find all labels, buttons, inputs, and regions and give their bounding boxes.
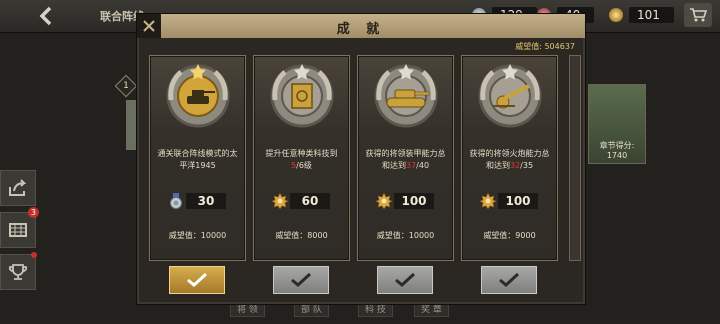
achievement-prestige: 威望值：9000 — [483, 231, 536, 240]
achievement-description: 获得的将领火炮能力总和达到32/35 — [469, 149, 550, 170]
achievement-prestige: 威望值：10000 — [376, 231, 435, 240]
chapter-card[interactable]: 章节得分: 1740 — [588, 84, 646, 164]
artillery-medal-icon — [478, 64, 542, 128]
achievement-prestige: 威望值：8000 — [275, 231, 328, 240]
prestige-value: 504637 — [544, 42, 575, 51]
checkmark-icon — [291, 272, 312, 287]
achievement-description: 提升任意种类科技到 5/6级 — [265, 149, 338, 170]
gold-star-medal-icon — [480, 193, 496, 209]
achievement-reward: 30 — [168, 192, 228, 210]
achievement-card: 获得的将领装甲能力总和达到37/40 100 威望值：10000 — [357, 55, 454, 261]
chapter-score-value: 1740 — [606, 151, 628, 160]
reward-value: 100 — [394, 193, 434, 209]
golden-tank-medal-icon — [166, 64, 230, 128]
notification-dot — [31, 252, 37, 258]
share-button[interactable] — [0, 170, 36, 206]
achievement-card: 提升任意种类科技到 5/6级 60 威望值：8000 — [253, 55, 350, 261]
achievement-description: 通关联合阵线模式的太平洋1945 — [157, 149, 238, 170]
achievement-card: 获得的将领火炮能力总和达到32/35 100 威望值：9000 — [461, 55, 558, 261]
gold-star-medal-icon — [609, 8, 623, 22]
gold-star-medal-icon — [376, 193, 392, 209]
tank-medal-icon — [374, 64, 438, 128]
close-button[interactable] — [137, 14, 161, 38]
achievement-description: 获得的将领装甲能力总和达到37/40 — [365, 149, 446, 170]
stage-marker: 1 — [114, 74, 138, 98]
achievement-reward: 100 — [480, 192, 540, 210]
achievement-prestige: 威望值：10000 — [168, 231, 227, 240]
research-book-medal-icon — [270, 64, 334, 128]
reward-value: 60 — [290, 193, 330, 209]
dialog-header: 成 就 — [137, 14, 585, 38]
replay-button[interactable]: 3 — [0, 207, 39, 248]
achievements-dialog: 成 就 威望值: 504637 通关联合阵线模式的太平洋1945 30 威望值：… — [136, 13, 586, 305]
claimed-button[interactable] — [377, 266, 433, 294]
trophy-icon — [8, 264, 28, 280]
gold-star-medal-icon — [272, 193, 288, 209]
chapter-score-label: 章节得分: — [599, 141, 635, 150]
checkmark-icon — [187, 272, 208, 287]
claimed-button[interactable] — [273, 266, 329, 294]
claimed-button[interactable] — [481, 266, 537, 294]
claim-button[interactable] — [169, 266, 225, 294]
notification-badge: 3 — [27, 207, 39, 218]
gold-medal-counter: 101 — [609, 6, 674, 24]
trophy-button[interactable] — [0, 252, 37, 290]
cart-icon — [690, 8, 707, 22]
reward-value: 30 — [186, 193, 226, 209]
dialog-title: 成 就 — [336, 22, 386, 37]
checkmark-icon — [499, 272, 520, 287]
achievement-card: 通关联合阵线模式的太平洋1945 30 威望值：10000 — [149, 55, 246, 261]
back-button[interactable] — [26, 2, 66, 30]
checkmark-icon — [395, 272, 416, 287]
total-prestige: 威望值: 504637 — [515, 41, 575, 52]
chevron-left-icon — [39, 6, 52, 26]
achievement-reward: 60 — [272, 192, 332, 210]
reward-value: 100 — [498, 193, 538, 209]
achievement-reward: 100 — [376, 192, 436, 210]
share-icon — [9, 179, 27, 196]
close-icon — [143, 20, 155, 32]
prestige-label: 威望值: — [515, 42, 545, 51]
silver-medal-icon — [170, 193, 182, 209]
film-icon — [9, 223, 27, 237]
shop-button[interactable] — [684, 3, 712, 27]
next-achievement-card-peek — [569, 55, 581, 261]
gold-medal-count: 101 — [629, 7, 674, 23]
